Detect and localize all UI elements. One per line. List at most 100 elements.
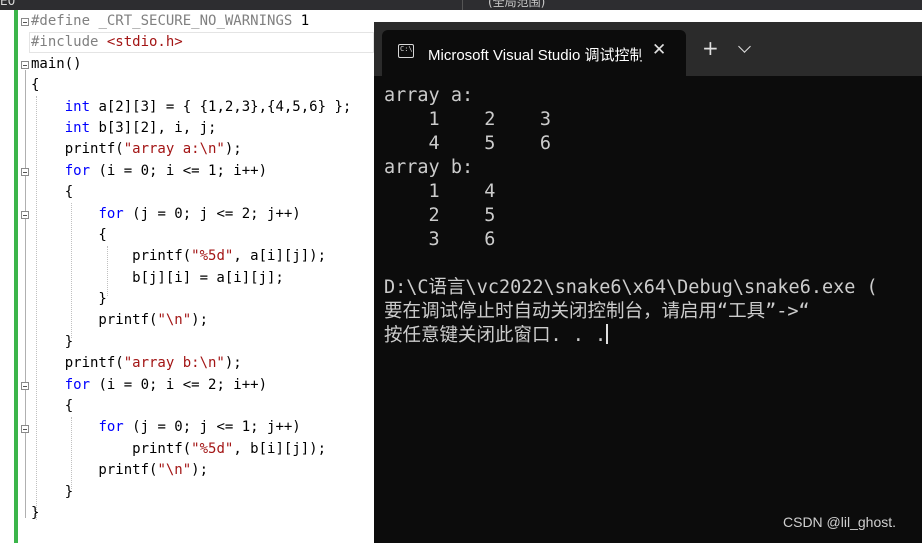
code-token: printf( (31, 141, 124, 158)
code-line[interactable]: int a[2][3] = { {1,2,3},{4,5,6} }; (31, 97, 352, 118)
code-token: { (31, 184, 74, 201)
scope-dropdown[interactable]: (全局范围) (488, 0, 545, 10)
code-token: (i = 0; i <= 2; i++) (90, 376, 268, 393)
code-token: for (98, 205, 124, 222)
fold-toggle-icon[interactable] (21, 425, 29, 433)
plus-icon[interactable]: + (702, 38, 719, 58)
code-line[interactable]: printf("\n"); (31, 460, 351, 481)
code-token: "array b:\n" (123, 355, 225, 372)
code-token: ); (191, 312, 209, 329)
code-line[interactable]: b[j][i] = a[i][j]; (31, 268, 351, 289)
code-token: for (64, 162, 91, 179)
code-line[interactable]: { (31, 182, 351, 203)
change-tracking-bar (14, 10, 18, 543)
code-line[interactable]: } (31, 332, 351, 353)
console-output-line: 4 5 6 (384, 133, 552, 154)
code-line[interactable]: { (31, 75, 351, 96)
code-token: 1 (292, 13, 310, 29)
console-tab[interactable]: Microsoft Visual Studio 调试控制台 ✕ (382, 30, 686, 76)
code-line[interactable]: printf("array b:\n"); (31, 353, 351, 374)
terminal-icon (398, 44, 414, 58)
code-line[interactable]: int b[3][2], i, j; (31, 118, 351, 139)
code-line[interactable]: } (31, 289, 351, 310)
code-token: (j = 0; j <= 1; j++) (123, 419, 301, 436)
tab-title: Microsoft Visual Studio 调试控制台 (428, 47, 642, 64)
code-token: "array a:\n" (123, 141, 225, 158)
code-token: printf( (31, 462, 158, 479)
code-line[interactable]: for (j = 0; j <= 1; j++) (31, 417, 351, 438)
code-line[interactable]: #define _CRT_SECURE_NO_WARNINGS 1 (31, 11, 351, 32)
code-line[interactable]: { (31, 225, 351, 246)
fold-toggle-icon[interactable] (21, 168, 29, 176)
code-token: "%5d" (191, 440, 234, 457)
code-token: { (31, 398, 74, 415)
code-token: } (31, 291, 107, 308)
code-token: b[j][i] = a[i][j]; (31, 269, 284, 286)
code-line[interactable]: printf("%5d", a[i][j]); (31, 246, 351, 267)
code-token: for (98, 419, 124, 436)
code-token: printf( (31, 355, 124, 372)
watermark: CSDN @lil_ghost. (783, 514, 897, 530)
code-line[interactable]: for (i = 0; i <= 2; i++) (31, 375, 351, 396)
navigation-bar-divider (462, 0, 463, 10)
source-code[interactable]: #define _CRT_SECURE_NO_WARNINGS 1 #includ… (31, 11, 351, 524)
code-line[interactable]: for (i = 0; i <= 1; i++) (31, 161, 351, 182)
fold-toggle-icon[interactable] (21, 382, 29, 390)
fold-toggle-icon[interactable] (21, 18, 29, 26)
code-token: } (31, 483, 74, 500)
code-token: (j = 0; j <= 2; j++) (123, 205, 301, 222)
code-token: } (31, 504, 40, 521)
code-token: "%5d" (191, 248, 234, 265)
close-icon[interactable]: ✕ (652, 40, 666, 60)
code-line[interactable]: #include <stdio.h> (31, 32, 351, 53)
code-token: ); (191, 462, 209, 479)
code-line[interactable]: } (31, 482, 351, 503)
chevron-down-icon[interactable] (738, 40, 751, 53)
code-token: a[2][3] = { {1,2,3},{4,5,6} }; (90, 98, 352, 115)
code-token: _CRT_SECURE_NO_WARNINGS (98, 13, 293, 29)
console-output-line: D:\C语言\vc2022\snake6\x64\Debug\snake6.ex… (384, 277, 878, 298)
code-line[interactable]: printf("\n"); (31, 310, 351, 331)
debug-console-window[interactable]: Microsoft Visual Studio 调试控制台 ✕ + array … (374, 22, 922, 543)
code-token: for (64, 376, 91, 393)
code-token: (i = 0; i <= 1; i++) (90, 162, 268, 179)
fold-range-line (25, 70, 26, 518)
console-output-line: 2 5 (384, 205, 496, 226)
code-token: printf( (31, 248, 192, 265)
console-output-line: 要在调试停止时自动关闭控制台，请启用“工具”->“ (384, 301, 810, 322)
code-line[interactable]: for (j = 0; j <= 2; j++) (31, 204, 351, 225)
fold-toggle-icon[interactable] (21, 211, 29, 219)
editor-gutter (0, 10, 14, 543)
code-token: ); (224, 141, 242, 158)
code-line[interactable]: printf("%5d", b[i][j]); (31, 439, 351, 460)
code-line[interactable]: printf("array a:\n"); (31, 139, 351, 160)
fold-toggle-icon[interactable] (21, 61, 29, 69)
console-output-line: 1 4 (384, 181, 496, 202)
navigation-bar-fragment: E0 (0, 0, 16, 8)
code-token: int (64, 119, 91, 136)
code-token: , b[i][j]); (233, 440, 327, 457)
code-token: #include (31, 34, 107, 51)
code-token: printf( (31, 312, 158, 329)
console-output-line: 1 2 3 (384, 109, 552, 130)
code-line[interactable]: } (31, 503, 351, 524)
console-output-line: array b: (384, 157, 474, 178)
code-token: b[3][2], i, j; (90, 119, 217, 136)
code-token: { (31, 226, 107, 243)
console-output-line: array a: (384, 85, 474, 106)
code-token: printf( (31, 440, 192, 457)
code-line[interactable]: { (31, 396, 351, 417)
code-token: main() (31, 55, 82, 72)
code-token: ); (224, 355, 242, 372)
editor-navigation-bar: E0 (全局范围) (0, 0, 922, 10)
code-token: int (64, 98, 91, 115)
code-line[interactable]: main() (31, 54, 351, 75)
text-cursor (606, 324, 609, 344)
code-token: #define (31, 13, 99, 29)
console-output: array a: 1 2 3 4 5 6 array b: 1 4 2 5 3 6… (384, 84, 878, 348)
code-token: "\n" (157, 462, 192, 479)
code-token: <stdio.h> (106, 34, 183, 51)
